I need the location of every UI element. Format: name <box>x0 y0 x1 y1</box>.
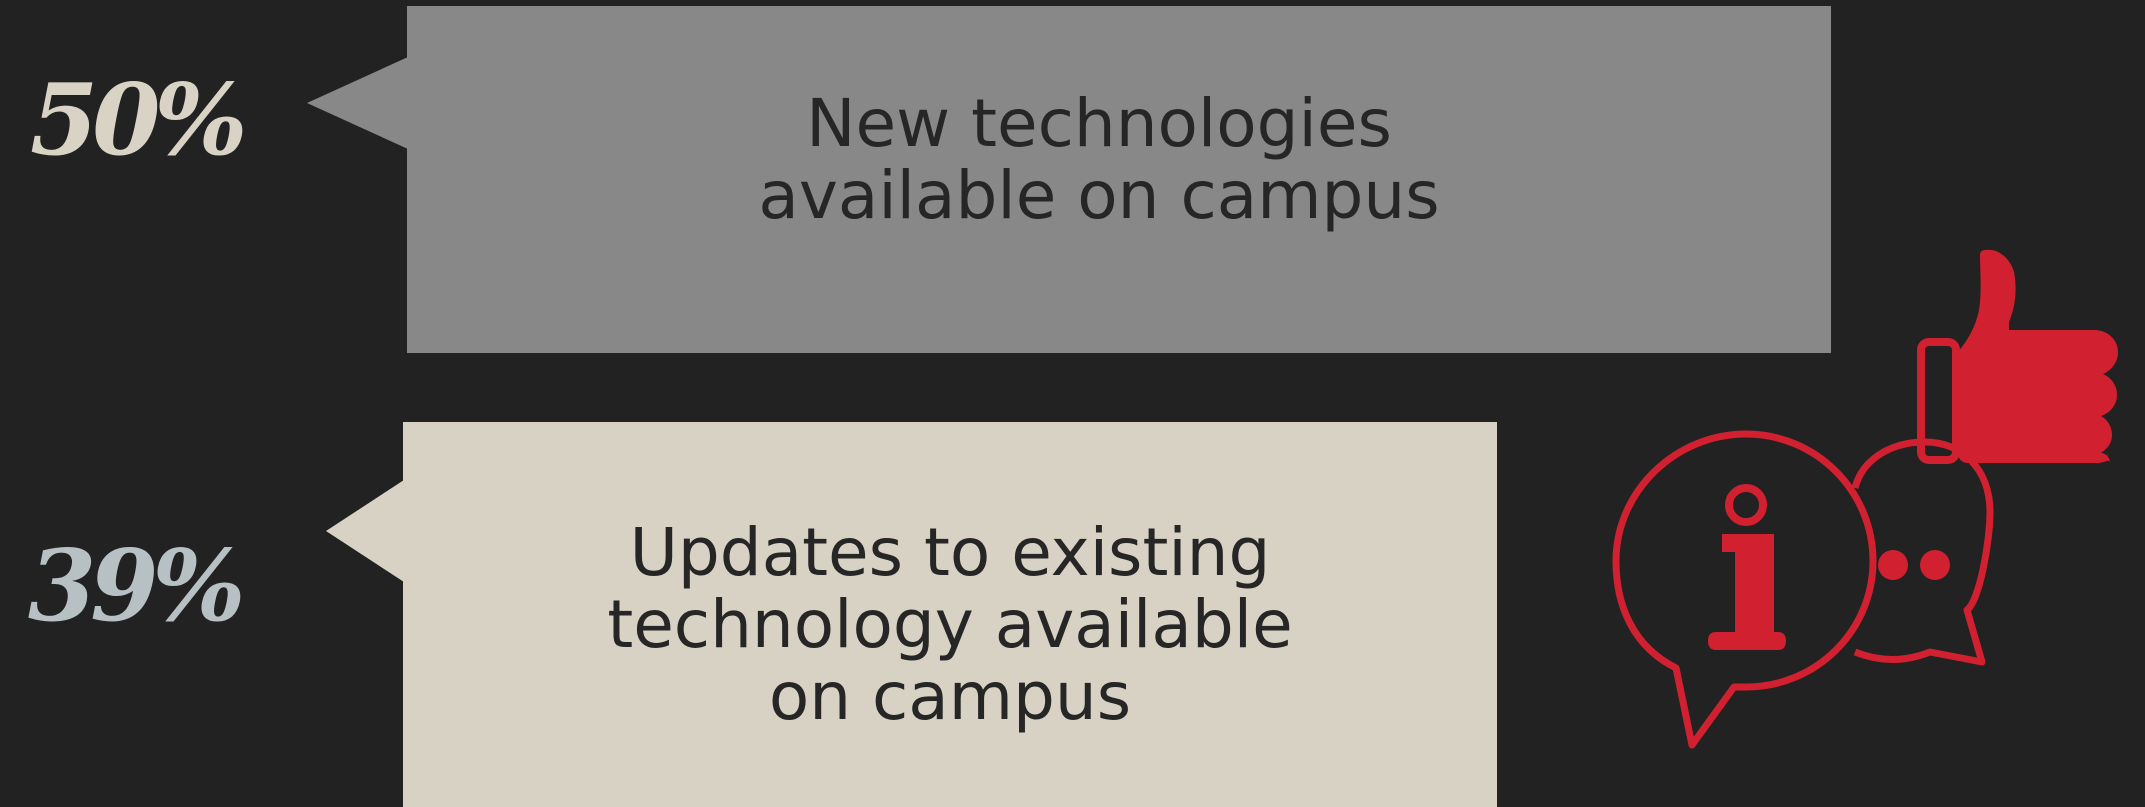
bubble-pointer-new-technologies <box>307 57 408 149</box>
stat-percent-updates-existing: 39% <box>28 529 245 644</box>
info-glyph <box>1708 484 1950 650</box>
callout-new-technologies: New technologies available on campus <box>407 6 1831 353</box>
callout-label-new-technologies: New technologies available on campus <box>758 84 1440 234</box>
bubble-pointer-updates-existing <box>326 480 404 582</box>
stat-percent-new-technologies: 50% <box>30 63 247 178</box>
infographic-canvas: 50% New technologies available on campus… <box>0 0 2145 807</box>
callout-updates-existing: Updates to existing technology available… <box>403 422 1497 807</box>
info-speech-bubble-icon <box>1612 430 1994 749</box>
thumbs-up-icon <box>1917 249 2118 464</box>
callout-label-updates-existing: Updates to existing technology available… <box>607 513 1293 735</box>
